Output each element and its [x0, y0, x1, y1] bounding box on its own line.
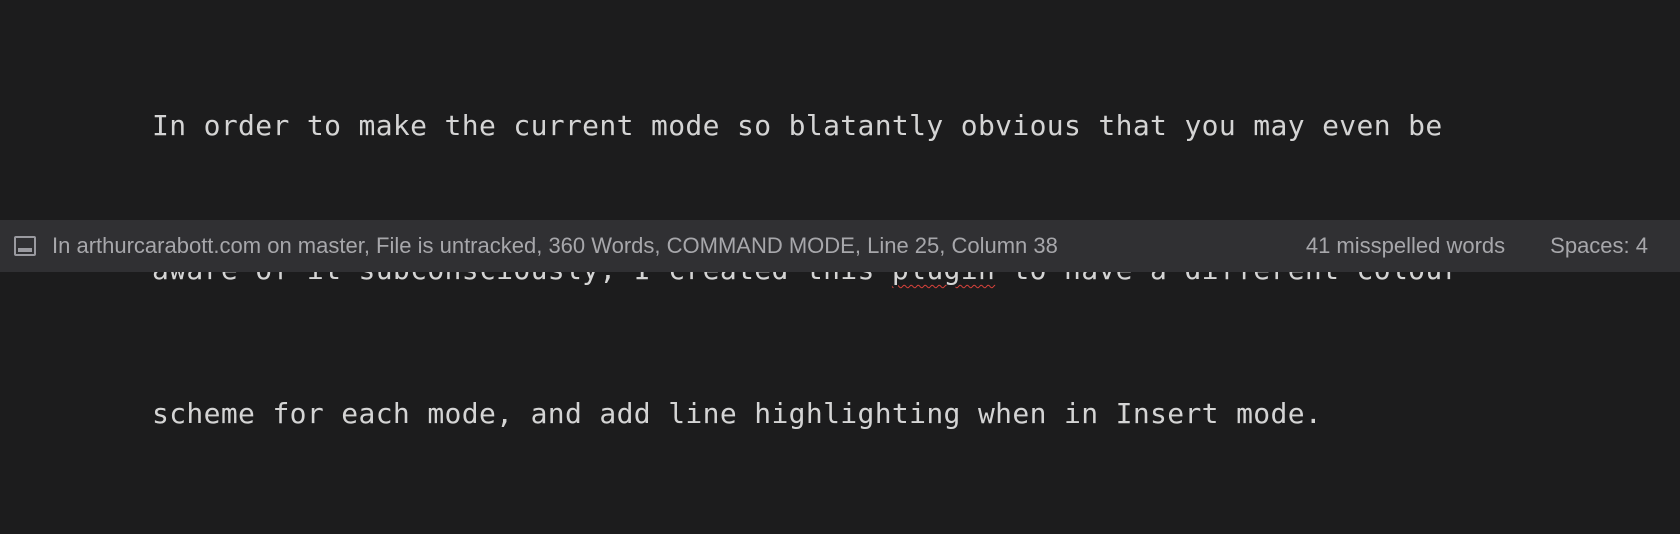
text-line[interactable]: scheme for each mode, and add line highl…: [152, 390, 1460, 438]
panel-toggle-icon[interactable]: [14, 236, 36, 256]
status-info: In arthurcarabott.com on master, File is…: [52, 233, 1058, 258]
editor-area[interactable]: In order to make the current mode so bla…: [0, 0, 1680, 430]
status-bar: In arthurcarabott.com on master, File is…: [0, 220, 1680, 272]
text-segment: In order to make the current mode so bla…: [152, 109, 1443, 142]
text-line[interactable]: In order to make the current mode so bla…: [152, 102, 1460, 150]
status-right-group: 41 misspelled words Spaces: 4: [1306, 233, 1648, 259]
text-segment: scheme for each mode, and add line highl…: [152, 397, 1323, 430]
spelling-status[interactable]: 41 misspelled words: [1306, 233, 1505, 259]
indentation-status[interactable]: Spaces: 4: [1550, 233, 1648, 259]
